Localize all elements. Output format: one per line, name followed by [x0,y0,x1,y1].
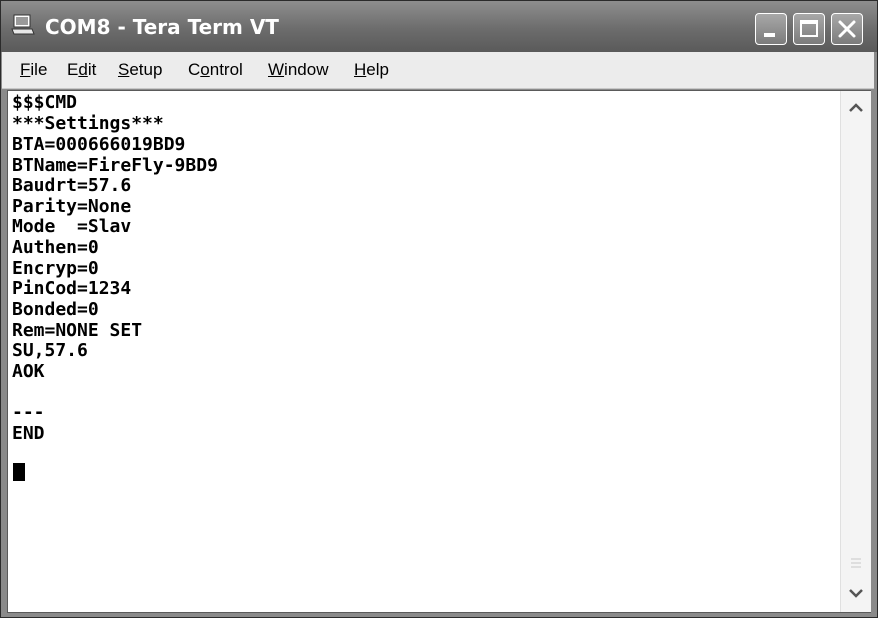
terminal-line: Parity=None [12,196,132,217]
menu-file-mnemonic: F [20,60,31,79]
terminal-app-icon[interactable] [11,14,35,36]
close-button[interactable] [831,13,863,45]
terminal-line: Rem=NONE SET [12,320,143,341]
menu-help[interactable]: Help [354,60,389,80]
terminal-line: ***Settings*** [12,113,164,134]
tera-term-window: COM8 - Tera Term VT File Edit Setup Cont… [0,0,878,618]
menu-edit-mnemonic: d [78,60,88,79]
terminal-line: BTA=000666019BD9 [12,134,186,155]
minimize-icon [764,33,775,37]
menu-control-mnemonic: o [200,60,210,79]
terminal-line: Authen=0 [12,237,99,258]
chevron-up-icon[interactable] [843,95,869,121]
menu-window[interactable]: Window [268,60,328,80]
maximize-button[interactable] [793,13,825,45]
menu-control[interactable]: Control [188,60,243,80]
terminal-line: Encryp=0 [12,258,99,279]
terminal-line: AOK [12,361,45,382]
menu-edit-label-start: E [67,60,79,79]
terminal-line: --- [12,402,45,423]
maximize-icon [800,20,818,37]
menu-edit-label: it [87,60,97,79]
terminal-line: $$$CMD [12,92,78,113]
menu-control-label: ntrol [209,60,243,79]
terminal-line: BTName=FireFly-9BD9 [12,155,218,176]
terminal-client-area: $$$CMD ***Settings*** BTA=000666019BD9 B… [7,90,871,613]
menu-setup[interactable]: Setup [118,60,162,80]
terminal-line: Mode =Slav [12,216,132,237]
close-icon [838,20,856,38]
terminal-output[interactable]: $$$CMD ***Settings*** BTA=000666019BD9 B… [8,91,838,611]
terminal-line: PinCod=1234 [12,278,132,299]
minimize-button[interactable] [755,13,787,45]
menu-help-mnemonic: H [354,60,367,79]
menu-edit[interactable]: Edit [67,60,96,80]
menu-setup-mnemonic: S [118,60,130,79]
title-bar[interactable]: COM8 - Tera Term VT [1,1,877,52]
terminal-line: SU,57.6 [12,340,88,361]
window-title: COM8 - Tera Term VT [45,15,279,39]
terminal-line: END [12,423,45,444]
chevron-down-icon[interactable] [843,580,869,606]
menu-help-label: elp [366,60,389,79]
menu-file[interactable]: File [20,60,47,80]
terminal-line: Baudrt=57.6 [12,175,132,196]
text-cursor [13,463,25,481]
menu-file-label: ile [30,60,48,79]
menu-control-label-start: C [188,60,201,79]
menu-setup-label: etup [129,60,163,79]
vertical-scrollbar[interactable] [840,91,871,612]
menu-bar: File Edit Setup Control Window Help [2,52,874,89]
menu-window-mnemonic: W [268,60,285,79]
menu-window-label: indow [284,60,329,79]
terminal-line: Bonded=0 [12,299,99,320]
grip-icon [851,558,861,568]
